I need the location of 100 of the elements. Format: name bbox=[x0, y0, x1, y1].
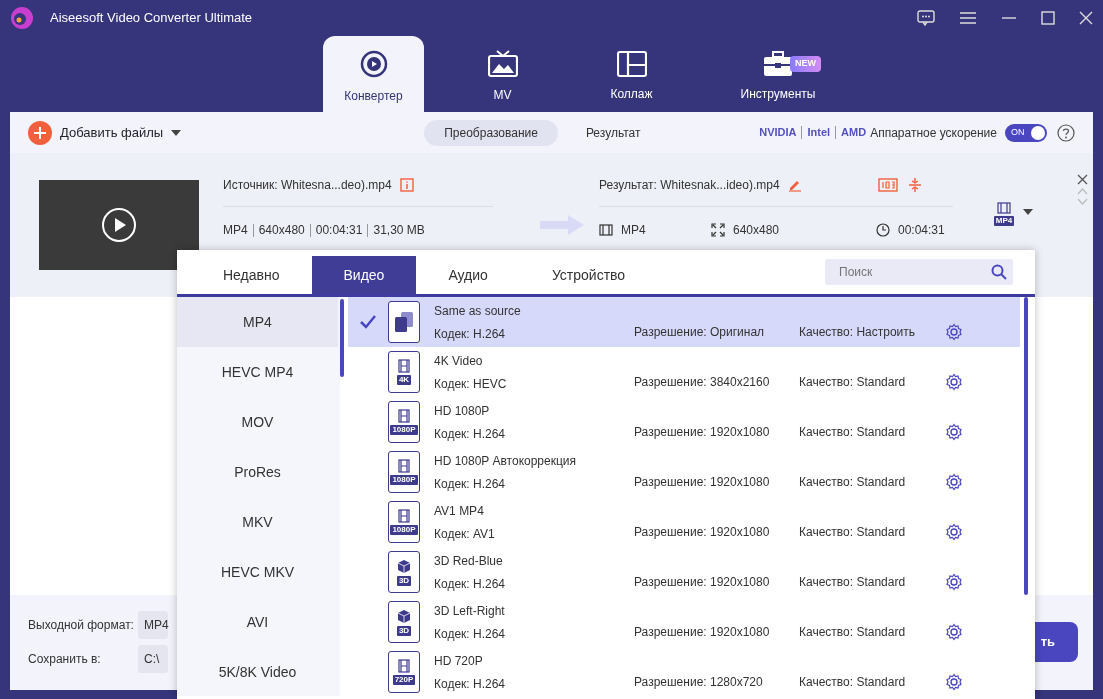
preset-codec: Кодек: AV1 bbox=[434, 525, 496, 543]
preset-row[interactable]: 720P HD 720P Кодек: H.264 Разрешение: 1280x720 Качество: Standard bbox=[348, 647, 1020, 697]
main-tab[interactable]: MV bbox=[452, 36, 553, 112]
source-meta: 00:04:31 bbox=[315, 222, 363, 239]
preset-row[interactable]: 1080P HD 1080P Кодек: H.264 Разрешение: 1920x1080 Качество: Standard bbox=[348, 397, 1020, 447]
settings-icon[interactable] bbox=[945, 623, 963, 641]
preset-name: Same as source bbox=[434, 302, 522, 320]
format-category-tab[interactable]: Видео bbox=[311, 256, 417, 294]
preset-row[interactable]: 4K 4K Video Кодек: HEVC Разрешение: 3840x2160 Качество: Standard bbox=[348, 347, 1020, 397]
preset-name: 3D Red-Blue bbox=[434, 552, 504, 570]
preset-resolution: Разрешение: 1920x1080 bbox=[634, 624, 771, 641]
cube-icon bbox=[397, 608, 411, 624]
output-resolution: 640x480 bbox=[733, 222, 781, 239]
preset-quality: Качество: Настроить bbox=[799, 324, 917, 341]
settings-icon[interactable] bbox=[945, 673, 963, 691]
format-list-item[interactable]: HEVC MP4 bbox=[177, 347, 338, 397]
preset-format-icon: 1080P bbox=[388, 401, 420, 443]
app-logo bbox=[10, 6, 34, 30]
acceleration-label: Аппаратное ускорение bbox=[870, 124, 997, 142]
format-list-item[interactable]: 5K/8K Video bbox=[177, 647, 338, 697]
edit-icon[interactable] bbox=[787, 178, 802, 192]
settings-icon[interactable] bbox=[945, 323, 963, 341]
preset-quality: Качество: Standard bbox=[799, 524, 907, 541]
settings-icon[interactable] bbox=[945, 373, 963, 391]
output-format-label: Выходной формат: bbox=[28, 617, 135, 634]
search-icon[interactable] bbox=[991, 264, 1007, 280]
settings-icon[interactable] bbox=[945, 473, 963, 491]
format-list-item[interactable]: MOV bbox=[177, 397, 338, 447]
preset-row[interactable]: Same as source Кодек: H.264 Разрешение: Оригинал Качество: Настроить bbox=[348, 297, 1020, 347]
gpu-label: Intel bbox=[807, 125, 831, 141]
source-meta: MP4 bbox=[223, 222, 248, 239]
add-files-button[interactable]: Добавить файлы bbox=[28, 120, 164, 145]
result-filename: Результат: Whitesnak...ideo).mp4 bbox=[599, 177, 780, 194]
close-icon[interactable] bbox=[1077, 174, 1088, 185]
preset-row[interactable]: 3D 3D Red-Blue Кодек: H.264 Разрешение: 1920x1080 Качество: Standard bbox=[348, 547, 1020, 597]
settings-icon[interactable] bbox=[945, 423, 963, 441]
preset-quality: Качество: Standard bbox=[799, 574, 907, 591]
preset-quality: Качество: Standard bbox=[799, 424, 907, 441]
preset-codec: Кодек: H.264 bbox=[434, 425, 506, 443]
window-title: Aiseesoft Video Converter Ultimate bbox=[50, 9, 253, 28]
preset-codec: Кодек: H.264 bbox=[434, 625, 506, 643]
film-icon bbox=[398, 509, 410, 523]
clock-icon bbox=[876, 223, 890, 237]
view-tab[interactable]: Преобразование bbox=[424, 119, 558, 146]
dropdown-caret-icon[interactable] bbox=[171, 129, 182, 136]
maximize-icon[interactable] bbox=[1041, 11, 1055, 25]
scrollbar-thumb[interactable] bbox=[1024, 297, 1028, 595]
film-icon bbox=[398, 459, 410, 473]
preset-row[interactable]: 1080P AV1 MP4 Кодек: AV1 Разрешение: 1920x1080 Качество: Standard bbox=[348, 497, 1020, 547]
output-format-value: MP4 bbox=[621, 222, 647, 239]
preset-row[interactable]: 3D 3D Left-Right Кодек: H.264 Разрешение: 1920x1080 Качество: Standard bbox=[348, 597, 1020, 647]
view-tab[interactable]: Результат bbox=[565, 119, 661, 146]
output-duration: 00:04:31 bbox=[898, 222, 945, 239]
format-list-item[interactable]: HEVC MKV bbox=[177, 547, 338, 597]
format-category-tab[interactable]: Недавно bbox=[191, 256, 312, 294]
preset-format-icon: 3D bbox=[388, 551, 420, 593]
film-icon bbox=[398, 659, 410, 673]
preset-format-icon: 1080P bbox=[388, 501, 420, 543]
tv-icon bbox=[487, 49, 518, 78]
copy-icon bbox=[394, 311, 414, 333]
format-list-item[interactable]: MP4 bbox=[177, 297, 338, 347]
help-icon[interactable] bbox=[1057, 123, 1075, 142]
collage-icon bbox=[616, 50, 647, 77]
preset-codec: Кодек: H.264 bbox=[434, 325, 506, 343]
format-category-tab[interactable]: Устройство bbox=[519, 256, 658, 294]
scrollbar-thumb[interactable] bbox=[340, 299, 344, 377]
gpu-label: NVIDIA bbox=[759, 125, 797, 141]
dropdown-caret-icon[interactable] bbox=[1023, 209, 1033, 215]
format-profile-button[interactable]: MP4 bbox=[989, 194, 1019, 234]
preset-format-icon: 4K bbox=[388, 351, 420, 393]
acceleration-toggle[interactable]: ON bbox=[1005, 123, 1047, 142]
main-tab[interactable]: Конвертер bbox=[323, 36, 424, 112]
format-list-item[interactable]: AVI bbox=[177, 597, 338, 647]
preset-resolution: Разрешение: 1280x720 bbox=[634, 674, 764, 691]
preset-name: HD 1080P bbox=[434, 402, 491, 420]
source-meta: 640x480 bbox=[258, 222, 305, 239]
output-format-field[interactable]: MP4 bbox=[138, 611, 168, 639]
format-list-item[interactable]: ProRes bbox=[177, 447, 338, 497]
preset-format-icon: 3D bbox=[388, 601, 420, 643]
preset-codec: Кодек: H.264 bbox=[434, 475, 506, 493]
save-path-field[interactable]: C:\ bbox=[138, 645, 168, 673]
format-list-item[interactable]: MKV bbox=[177, 497, 338, 547]
menu-icon[interactable] bbox=[959, 11, 977, 25]
preset-name: HD 720P bbox=[434, 652, 484, 670]
preset-row[interactable]: 1080P HD 1080P Автокоррекция Кодек: H.264 Разрешение: 1920x1080 Качество: Standard bbox=[348, 447, 1020, 497]
settings-icon[interactable] bbox=[945, 573, 963, 591]
search-field[interactable]: Поиск bbox=[825, 259, 1013, 285]
play-icon[interactable] bbox=[101, 207, 137, 243]
compress-icon[interactable] bbox=[907, 178, 922, 192]
format-category-tab[interactable]: Аудио bbox=[416, 256, 520, 294]
main-tab[interactable]: NEW Инструменты bbox=[710, 36, 840, 112]
preset-resolution: Разрешение: Оригинал bbox=[634, 324, 766, 341]
main-tab[interactable]: Коллаж bbox=[581, 36, 682, 112]
film-icon bbox=[398, 359, 410, 373]
film-icon bbox=[398, 409, 410, 423]
settings-icon[interactable] bbox=[945, 523, 963, 541]
preset-name: HD 1080P Автокоррекция bbox=[434, 452, 578, 470]
preset-quality: Качество: Standard bbox=[799, 474, 907, 491]
chat-icon[interactable] bbox=[917, 10, 935, 26]
cube-icon bbox=[397, 558, 411, 574]
